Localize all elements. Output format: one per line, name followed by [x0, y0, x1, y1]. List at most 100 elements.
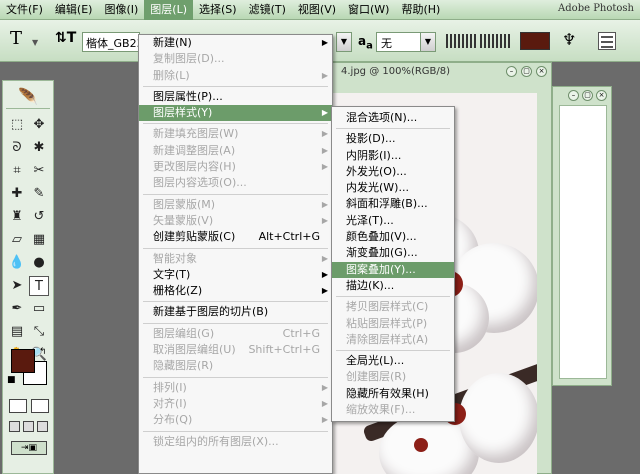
style-menu-item[interactable]: 全局光(L)...	[332, 353, 454, 369]
default-colors-icon[interactable]: ■	[7, 375, 16, 385]
path-selection-icon[interactable]: ➤	[7, 276, 27, 296]
menu-8[interactable]: 帮助(H)	[395, 0, 446, 20]
palettes-toggle-icon[interactable]	[598, 32, 616, 50]
panel-content	[559, 105, 607, 379]
layer-menu-item[interactable]: 图层属性(P)...	[139, 89, 332, 105]
type-tool-icon[interactable]: T	[10, 28, 22, 49]
gradient-tool-icon[interactable]: ▦	[29, 230, 49, 250]
menu-item-label: 全局光(L)...	[346, 354, 405, 368]
font-family-field[interactable]: 楷体_GB23	[82, 32, 140, 52]
panel-minimize-icon[interactable]: –	[568, 90, 579, 101]
standard-mode-icon[interactable]	[9, 399, 27, 413]
type-tool-button-icon[interactable]: T	[29, 276, 49, 296]
menu-4[interactable]: 选择(S)	[193, 0, 243, 20]
foreground-color-swatch[interactable]	[11, 349, 35, 373]
layer-menu-item[interactable]: 创建剪贴蒙版(C) Alt+Ctrl+G	[139, 229, 332, 245]
menu-item-label: 智能对象	[153, 251, 197, 265]
align-text-icons[interactable]	[446, 34, 476, 48]
eyedropper-icon[interactable]: ⤡	[29, 322, 49, 342]
notes-tool-icon[interactable]: ▤	[7, 322, 27, 342]
style-menu-item[interactable]: 斜面和浮雕(B)...	[332, 196, 454, 212]
dodge-tool-icon[interactable]: ●	[29, 253, 49, 273]
close-icon[interactable]: ×	[536, 66, 547, 77]
justify-text-icons[interactable]	[480, 34, 510, 48]
brush-tool-icon[interactable]: ✎	[29, 184, 49, 204]
menu-2[interactable]: 图像(I)	[98, 0, 144, 20]
menu-7[interactable]: 窗口(W)	[342, 0, 395, 20]
style-menu-item[interactable]: 光泽(T)...	[332, 213, 454, 229]
layer-menu: 新建(N) ▶ 复制图层(D)... 删除(L) ▶ 图层属性(P)... 图层样式(Y) ▶…	[138, 34, 333, 474]
minimize-icon[interactable]: –	[506, 66, 517, 77]
color-swatches: ■ ↰	[7, 347, 51, 385]
marquee-tool-icon[interactable]: ⬚	[7, 115, 27, 135]
menu-item-label: 图层编组(G)	[153, 326, 215, 340]
style-menu-item[interactable]: 隐藏所有效果(H)	[332, 386, 454, 402]
panel-close-icon[interactable]: ×	[596, 90, 607, 101]
screen-mode-menu-icon[interactable]	[23, 421, 34, 432]
maximize-icon[interactable]: ▢	[521, 66, 532, 77]
submenu-arrow-icon: ▶	[321, 215, 328, 225]
shape-tool-icon[interactable]: ▭	[29, 299, 49, 319]
history-brush-icon[interactable]: ↺	[29, 207, 49, 227]
warp-text-icon[interactable]: ♆	[562, 30, 576, 49]
layer-menu-item[interactable]: 新建(N) ▶	[139, 35, 332, 51]
menu-item-label: 新建填充图层(W)	[153, 127, 239, 141]
quick-mask-icon[interactable]	[31, 399, 49, 413]
submenu-arrow-icon: ▶	[321, 398, 328, 408]
style-menu-item[interactable]: 渐变叠加(G)...	[332, 245, 454, 261]
layer-menu-item: 更改图层内容(H) ▶	[139, 159, 332, 175]
menu-0[interactable]: 文件(F)	[0, 0, 49, 20]
submenu-arrow-icon: ▶	[321, 415, 328, 425]
magic-wand-icon[interactable]: ✱	[29, 138, 49, 158]
menu-5[interactable]: 滤镜(T)	[243, 0, 292, 20]
text-color-swatch[interactable]	[520, 32, 550, 50]
layer-menu-item[interactable]: 新建基于图层的切片(B)	[139, 304, 332, 320]
layer-menu-item: 复制图层(D)...	[139, 51, 332, 67]
submenu-arrow-icon: ▶	[321, 199, 328, 209]
lasso-tool-icon[interactable]: ᘐ	[7, 138, 27, 158]
style-menu-item[interactable]: 图案叠加(Y)...	[332, 261, 454, 278]
text-orientation-icon[interactable]: ⇅T	[55, 30, 76, 46]
style-menu-item[interactable]: 描边(K)...	[332, 278, 454, 294]
screen-mode-full-icon[interactable]	[37, 421, 48, 432]
menu-item-label: 图层蒙版(M)	[153, 197, 216, 211]
style-menu-item[interactable]: 颜色叠加(V)...	[332, 229, 454, 245]
submenu-arrow-icon: ▶	[321, 38, 328, 47]
style-menu-item[interactable]: 投影(D)...	[332, 131, 454, 147]
panel-maximize-icon[interactable]: ▢	[582, 90, 593, 101]
layer-menu-item[interactable]: 文字(T) ▶	[139, 267, 332, 283]
tool-preset-chevron-icon[interactable]: ▼	[32, 38, 38, 47]
menu-item-label: 分布(Q)	[153, 413, 193, 427]
style-menu-item[interactable]: 内阴影(I)...	[332, 148, 454, 164]
menu-6[interactable]: 视图(V)	[292, 0, 342, 20]
blur-tool-icon[interactable]: 💧	[7, 253, 27, 273]
toolbox: 🪶 ⬚ ✥ ᘐ ✱ ⌗ ✂ ✚ ✎ ♜ ↺ ▱ ▦ 💧 ● ➤ T ✒ ▭ ▤ …	[2, 80, 54, 474]
menu-item-label: 文字(T)	[153, 267, 191, 281]
submenu-arrow-icon: ▶	[321, 162, 328, 172]
menu-3[interactable]: 图层(L)	[144, 0, 194, 20]
healing-brush-icon[interactable]: ✚	[7, 184, 27, 204]
eraser-tool-icon[interactable]: ▱	[7, 230, 27, 250]
menu-separator	[143, 247, 328, 249]
pen-tool-icon[interactable]: ✒	[7, 299, 27, 319]
jump-to-imageready-icon[interactable]: ⇥▣	[11, 441, 47, 455]
crop-tool-icon[interactable]: ⌗	[7, 161, 27, 181]
submenu-arrow-icon: ▶	[321, 145, 328, 155]
menu-1[interactable]: 编辑(E)	[49, 0, 99, 20]
antialias-chevron-icon[interactable]: ▼	[420, 33, 435, 51]
swap-colors-icon[interactable]: ↰	[39, 347, 47, 357]
font-size-dropdown[interactable]: ▼	[336, 32, 352, 52]
stamp-tool-icon[interactable]: ♜	[7, 207, 27, 227]
move-tool-icon[interactable]: ✥	[29, 115, 49, 135]
slice-tool-icon[interactable]: ✂	[29, 161, 49, 181]
menu-item-label: 栅格化(Z)	[153, 284, 203, 298]
layer-menu-item[interactable]: 栅格化(Z) ▶	[139, 283, 332, 299]
style-menu-item[interactable]: 外发光(O)...	[332, 164, 454, 180]
style-menu-item[interactable]: 内发光(W)...	[332, 180, 454, 196]
layer-menu-item: 锁定组内的所有图层(X)...	[139, 434, 332, 450]
style-menu-item[interactable]: 混合选项(N)...	[332, 110, 454, 126]
menu-item-label: 拷贝图层样式(C)	[346, 300, 429, 314]
screen-mode-standard-icon[interactable]	[9, 421, 20, 432]
layer-menu-item[interactable]: 图层样式(Y) ▶	[139, 105, 332, 122]
menu-item-label: 内阴影(I)...	[346, 148, 402, 162]
